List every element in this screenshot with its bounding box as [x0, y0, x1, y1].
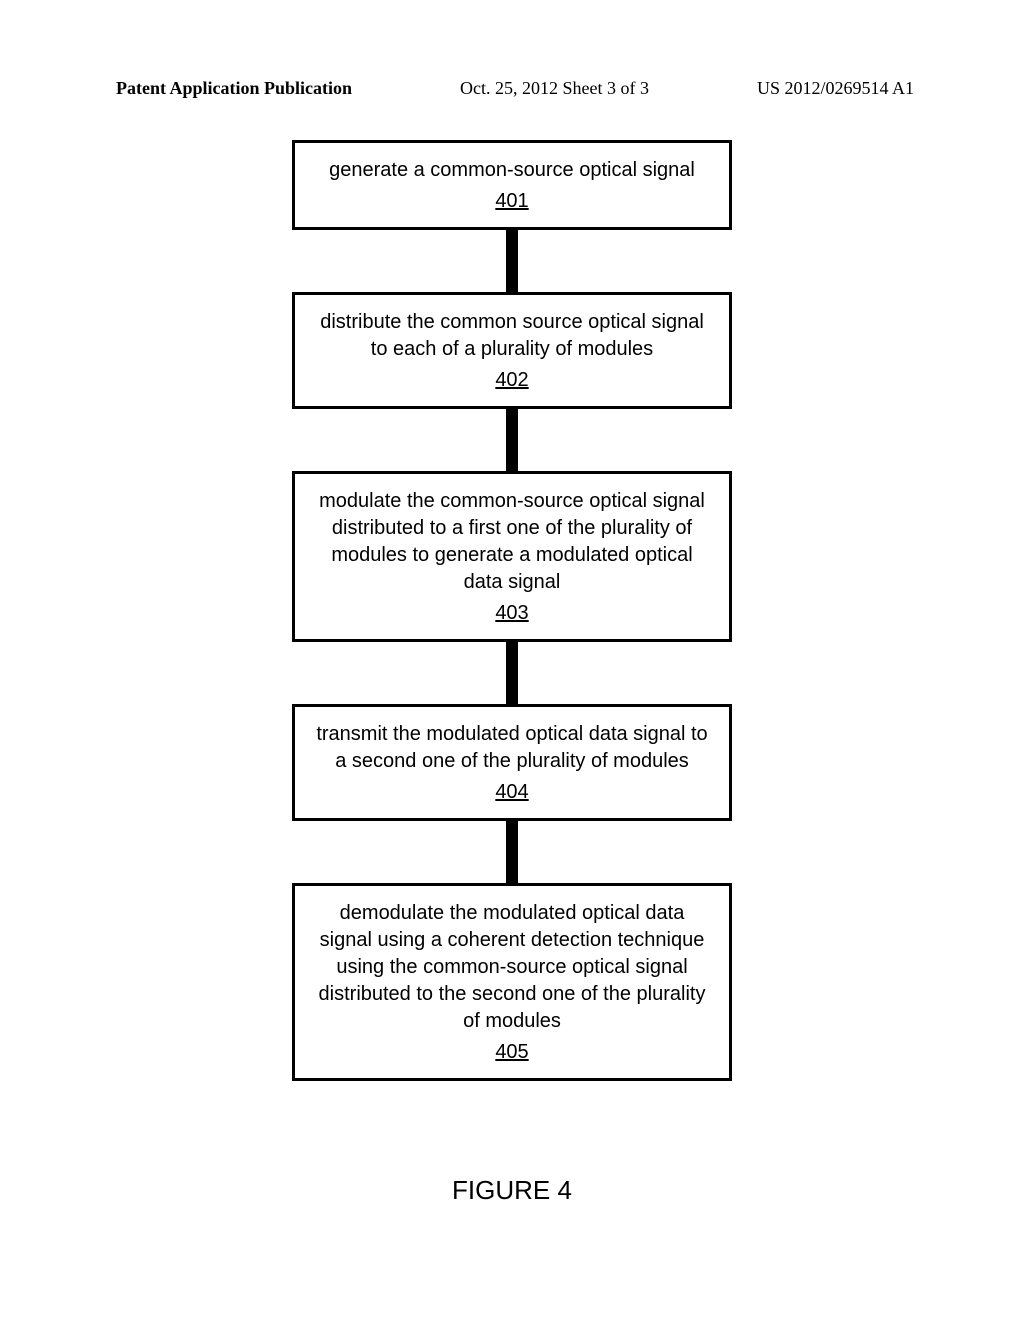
flow-box-text: transmit the modulated optical data sign…	[316, 723, 707, 772]
flow-box-404: transmit the modulated optical data sign…	[292, 704, 732, 821]
flow-connector	[506, 642, 518, 704]
flow-box-text: modulate the common-source optical signa…	[319, 490, 705, 593]
flow-box-text: generate a common-source optical signal	[329, 159, 695, 181]
flow-box-ref: 403	[495, 600, 528, 627]
flow-box-ref: 405	[495, 1039, 528, 1066]
flow-connector	[506, 821, 518, 883]
flowchart: generate a common-source optical signal …	[0, 140, 1024, 1081]
flow-box-text: distribute the common source optical sig…	[320, 311, 704, 360]
flow-connector	[506, 230, 518, 292]
header-mid: Oct. 25, 2012 Sheet 3 of 3	[460, 78, 649, 99]
flow-box-ref: 402	[495, 367, 528, 394]
page-header: Patent Application Publication Oct. 25, …	[0, 78, 1024, 99]
flow-connector	[506, 409, 518, 471]
flow-box-402: distribute the common source optical sig…	[292, 292, 732, 409]
flow-box-text: demodulate the modulated optical data si…	[319, 902, 706, 1032]
flow-box-403: modulate the common-source optical signa…	[292, 471, 732, 642]
figure-caption: FIGURE 4	[0, 1175, 1024, 1206]
flow-box-401: generate a common-source optical signal …	[292, 140, 732, 230]
flow-box-405: demodulate the modulated optical data si…	[292, 883, 732, 1081]
page: Patent Application Publication Oct. 25, …	[0, 0, 1024, 1320]
flow-box-ref: 404	[495, 779, 528, 806]
header-left: Patent Application Publication	[116, 78, 352, 99]
flow-box-ref: 401	[495, 188, 528, 215]
header-right: US 2012/0269514 A1	[757, 78, 914, 99]
